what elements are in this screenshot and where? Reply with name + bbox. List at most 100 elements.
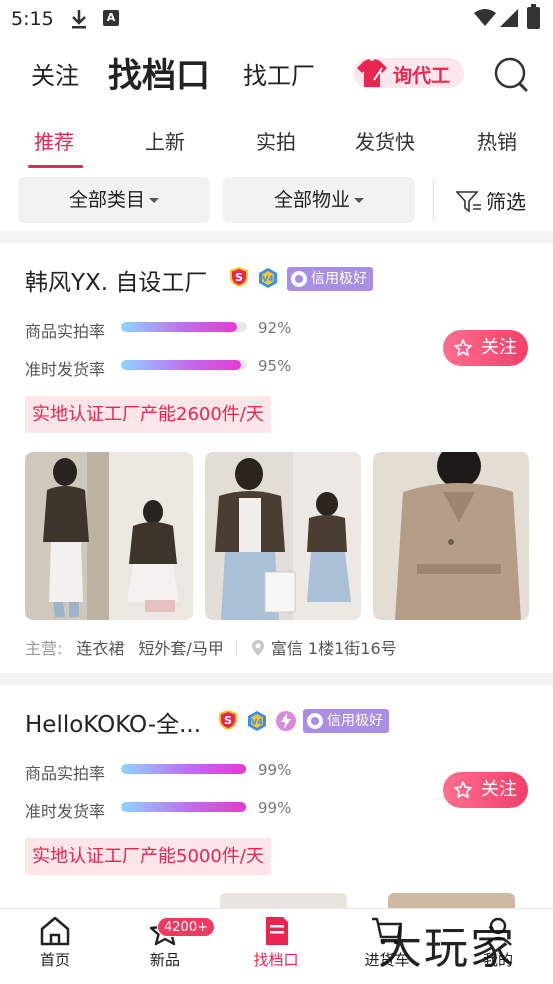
main-business-label: 主营: (25, 639, 63, 658)
bottom-nav-stall[interactable]: 找档口 (236, 915, 316, 970)
follow-button[interactable]: 关注 (443, 330, 528, 366)
metric-bar (121, 802, 247, 812)
product-photo[interactable] (25, 452, 193, 620)
star-icon (454, 339, 472, 357)
svg-text:S: S (224, 714, 232, 727)
svg-text:V4: V4 (251, 718, 263, 727)
screen-button[interactable]: 筛选 (455, 186, 526, 215)
status-time: 5:15 (11, 8, 54, 30)
certification-tag: 实地认证工厂产能2600件/天 (25, 396, 271, 433)
credit-badge: 信用极好 (287, 267, 373, 291)
product-photo[interactable] (373, 452, 529, 620)
svg-text:V4: V4 (262, 275, 274, 284)
watermark: 大玩家 (378, 923, 516, 974)
product-photo-art (25, 452, 193, 620)
metric-bar-fill (121, 360, 241, 370)
search-icon[interactable] (493, 56, 531, 94)
star-icon (454, 781, 472, 799)
inquiry-label: 询代工 (393, 65, 451, 87)
tab-fast-ship[interactable]: 发货快 (355, 126, 415, 155)
follow-button[interactable]: 关注 (443, 772, 528, 808)
section-gap (0, 673, 553, 685)
metric-label: 商品实拍率 (25, 322, 106, 341)
metric-bar (121, 764, 247, 774)
bottom-nav-label: 找档口 (253, 951, 299, 969)
signal-icon (500, 9, 518, 27)
factory-title[interactable]: HelloKOKO-全... (25, 705, 201, 739)
metric-value: 99% (258, 799, 292, 817)
lightning-badge-icon (276, 711, 296, 731)
nav-find-stall[interactable]: 找档口 (108, 48, 210, 97)
metric-bar-fill (121, 322, 237, 332)
main-business-item: 短外套/马甲 (138, 639, 224, 658)
property-filter-label: 全部物业 (273, 189, 350, 211)
new-count-badge: 4200+ (157, 917, 215, 937)
certification-tag: 实地认证工厂产能5000件/天 (25, 838, 271, 875)
active-tab-indicator (28, 165, 83, 168)
level-badge-icon: V4 (259, 268, 277, 288)
battery-icon (527, 4, 540, 29)
caret-down-icon (354, 198, 364, 203)
factory-card[interactable]: HelloKOKO-全... S V4 信用极好 商品实拍率 99% 准时发货率… (0, 685, 553, 913)
category-filter-label: 全部类目 (68, 189, 145, 211)
metric-label: 准时发货率 (25, 802, 106, 821)
metric-value: 99% (258, 761, 292, 779)
s-shield-badge-icon: S (230, 267, 248, 287)
bottom-nav-label: 新品 (149, 951, 180, 969)
section-gap (0, 231, 553, 243)
notification-a-icon: A (103, 10, 119, 26)
tab-new[interactable]: 上新 (145, 126, 185, 155)
bottom-nav-label: 首页 (39, 951, 70, 969)
factory-card[interactable]: 韩风YX. 自设工厂 S V4 信用极好 商品实拍率 92% 准时发货率 95%… (0, 243, 553, 673)
credit-icon (291, 271, 307, 287)
download-icon (72, 10, 86, 29)
top-nav: 关注 找档口 找工厂 询代工 (0, 38, 553, 110)
metric-bar-fill (121, 764, 246, 774)
nav-follow[interactable]: 关注 (31, 56, 79, 91)
s-shield-badge-icon: S (219, 710, 237, 730)
divider (235, 640, 237, 656)
credit-label: 信用极好 (327, 713, 383, 729)
stall-doc-icon (266, 917, 288, 945)
metric-bar-fill (121, 802, 246, 812)
level-badge-icon: V4 (248, 711, 266, 731)
product-photo-art (205, 452, 361, 620)
product-photo-art (373, 452, 529, 620)
status-bar: 5:15 A (0, 0, 553, 38)
caret-down-icon (149, 198, 159, 203)
property-filter[interactable]: 全部物业 (223, 177, 415, 223)
metric-value: 95% (258, 357, 292, 375)
bottom-nav-home[interactable]: 首页 (15, 915, 95, 970)
filter-bar: 全部类目 全部物业 筛选 (0, 176, 553, 224)
category-filter[interactable]: 全部类目 (18, 177, 210, 223)
metric-value: 92% (258, 319, 292, 337)
credit-label: 信用极好 (311, 271, 367, 287)
shirt-icon (357, 59, 387, 87)
product-photo[interactable] (205, 452, 361, 620)
category-tabs: 推荐 上新 实拍 发货快 热销 (0, 118, 553, 170)
metric-bar (121, 322, 247, 332)
filter-divider (433, 180, 434, 220)
metric-label: 商品实拍率 (25, 764, 106, 783)
inquiry-button[interactable]: 询代工 (353, 58, 464, 88)
metric-bar (121, 360, 247, 370)
follow-label: 关注 (481, 779, 517, 800)
location-text: 富信 1楼1街16号 (270, 639, 397, 658)
location-pin-icon (251, 640, 264, 656)
svg-text:S: S (235, 271, 243, 284)
tab-hot[interactable]: 热销 (477, 126, 517, 155)
tab-recommend[interactable]: 推荐 (34, 126, 74, 155)
main-business-item: 连衣裙 (76, 639, 125, 658)
nav-find-factory[interactable]: 找工厂 (243, 56, 315, 91)
credit-icon (307, 713, 323, 729)
factory-title[interactable]: 韩风YX. 自设工厂 (25, 263, 207, 297)
metric-label: 准时发货率 (25, 360, 106, 379)
tab-real-shot[interactable]: 实拍 (256, 126, 296, 155)
home-icon (40, 916, 70, 946)
screen-label: 筛选 (486, 190, 526, 214)
wifi-icon (474, 9, 496, 26)
filter-funnel-icon (455, 191, 481, 213)
main-business-row: 主营: 连衣裙 短外套/马甲 富信 1楼1街16号 (25, 635, 397, 659)
follow-label: 关注 (481, 337, 517, 358)
credit-badge: 信用极好 (303, 709, 389, 733)
